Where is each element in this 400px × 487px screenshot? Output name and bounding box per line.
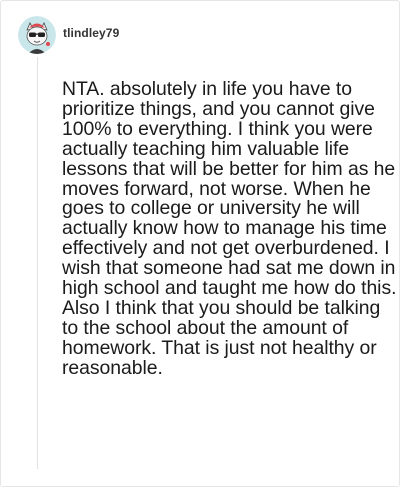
thread-line[interactable] — [37, 57, 38, 469]
cat-sunglasses-avatar-icon — [18, 16, 56, 54]
comment-username[interactable]: tlindley79 — [63, 26, 119, 40]
comment-card: tlindley79 NTA. absolutely in life you h… — [0, 0, 400, 487]
comment-text: NTA. absolutely in life you have to prio… — [62, 78, 397, 379]
user-avatar[interactable] — [18, 16, 56, 54]
